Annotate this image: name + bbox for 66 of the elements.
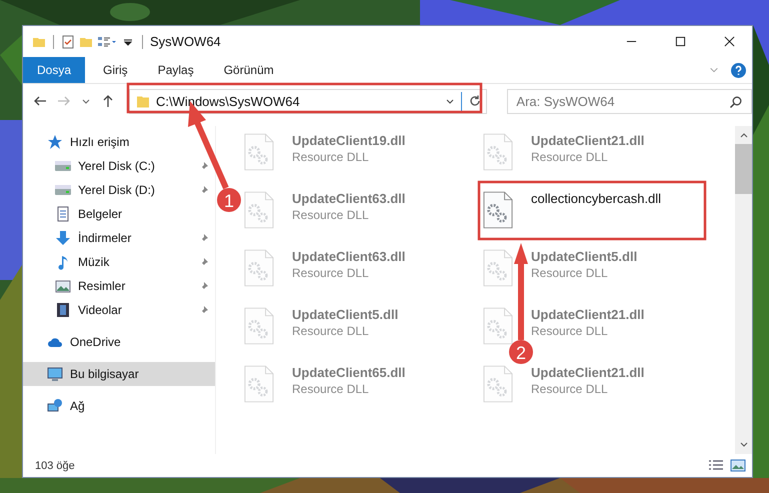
file-name: UpdateClient63.dll [292, 249, 406, 264]
search-field[interactable]: Ara: SysWOW64 [507, 88, 752, 114]
sidebar-item[interactable]: Ağ [23, 394, 215, 418]
file-name: UpdateClient65.dll [292, 365, 406, 380]
computer-icon [47, 366, 63, 382]
step-badge: 1 [217, 188, 241, 212]
step-badge: 2 [509, 340, 533, 364]
file-type: Resource DLL [531, 324, 609, 338]
folder-icon [136, 94, 150, 108]
ribbon-tab[interactable]: Paylaş [146, 57, 206, 83]
sidebar-item[interactable]: OneDrive [23, 330, 215, 354]
help-icon[interactable] [731, 62, 746, 78]
sidebar-item[interactable]: Videolar [23, 298, 215, 322]
file-type: Resource DLL [292, 266, 370, 280]
sidebar-item[interactable]: Resimler [23, 274, 215, 298]
expand-ribbon-icon[interactable] [709, 65, 719, 75]
file-type: Resource DLL [292, 382, 370, 396]
pictures-icon [55, 278, 71, 294]
sidebar-item[interactable]: Yerel Disk (D:) [23, 178, 215, 202]
gear-file-icon[interactable] [483, 190, 513, 230]
address-path: C:\Windows\SysWOW64 [156, 94, 301, 108]
sidebar-item[interactable]: Bu bilgisayar [23, 362, 215, 386]
file-name: collectioncybercash.dll [531, 191, 662, 206]
close-icon[interactable] [724, 36, 735, 47]
sidebar-item[interactable]: Müzik [23, 250, 215, 274]
sidebar-item[interactable]: İndirmeler [23, 226, 215, 250]
forward-icon[interactable] [56, 94, 71, 108]
download-icon [55, 230, 71, 246]
file-name: UpdateClient21.dll [531, 133, 644, 148]
file-name: UpdateClient21.dll [531, 365, 644, 380]
ribbon-tab[interactable]: Giriş [91, 57, 140, 83]
file-type: Resource DLL [292, 150, 370, 164]
details-view-icon[interactable] [708, 458, 724, 472]
drive-icon [55, 182, 71, 198]
properties-icon[interactable] [61, 34, 75, 48]
video-icon [55, 302, 71, 318]
item-count: 103 öğe [35, 460, 75, 472]
file-type: Resource DLL [531, 382, 609, 396]
sidebar-item[interactable]: Yerel Disk (C:) [23, 154, 215, 178]
address-bar[interactable]: C:\Windows\SysWOW64 [128, 88, 488, 114]
network-icon [47, 398, 63, 414]
file-type: Resource DLL [531, 266, 609, 280]
drive-icon [55, 158, 71, 174]
star-icon [47, 134, 63, 150]
file-name: UpdateClient63.dll [292, 191, 406, 206]
file-name: UpdateClient19.dll [292, 133, 406, 148]
file-type: Resource DLL [531, 150, 609, 164]
refresh-icon[interactable] [468, 94, 482, 108]
view-dropdown-icon[interactable] [97, 34, 117, 48]
search-icon [729, 94, 744, 108]
window-title: SysWOW64 [150, 34, 221, 49]
file-name: UpdateClient5.dll [292, 307, 398, 322]
scrollbar-thumb[interactable] [735, 144, 752, 194]
back-icon[interactable] [33, 94, 47, 108]
sidebar-item[interactable]: Belgeler [23, 202, 215, 226]
file-type: Resource DLL [292, 208, 370, 222]
file-name: UpdateClient21.dll [531, 307, 644, 322]
file-name: UpdateClient5.dll [531, 249, 638, 264]
sidebar-item[interactable]: Hızlı erişim [23, 130, 215, 154]
file-type: Resource DLL [292, 324, 370, 338]
maximize-icon[interactable] [675, 36, 686, 47]
large-icons-view-icon[interactable] [730, 458, 746, 472]
up-icon[interactable] [100, 94, 115, 108]
ribbon-tab[interactable]: Görünüm [212, 57, 286, 83]
document-icon [55, 206, 71, 222]
ribbon-tab[interactable]: Dosya [23, 57, 86, 83]
